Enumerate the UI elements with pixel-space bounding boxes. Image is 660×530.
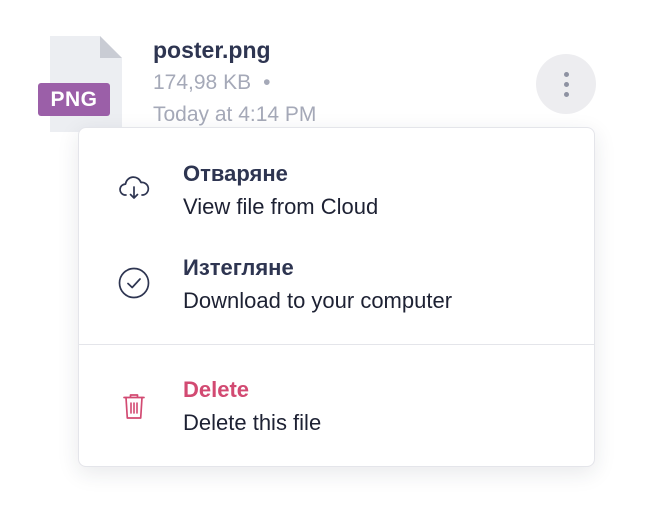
menu-item-delete-title: Delete xyxy=(183,377,250,402)
menu-item-open-subtitle: View file from Cloud xyxy=(183,194,379,219)
menu-divider xyxy=(79,344,594,345)
file-name: poster.png xyxy=(153,37,271,63)
file-row: PNG poster.png 174,98 KB • Today at 4:14 … xyxy=(0,0,660,530)
menu-item-open-title: Отваряне xyxy=(183,161,288,186)
more-options-button[interactable] xyxy=(536,54,596,114)
trash-icon xyxy=(123,394,145,419)
more-vertical-icon-dot xyxy=(563,81,569,87)
menu-item-download-title: Изтегляне xyxy=(183,255,294,280)
menu-item-delete-subtitle: Delete this file xyxy=(183,410,322,435)
file-modified-date: Today at 4:14 PM xyxy=(153,103,317,126)
menu-item-open[interactable]: Отваряне View file from Cloud xyxy=(79,161,594,231)
more-vertical-icon-dot xyxy=(563,71,569,77)
file-size-value: 174,98 KB xyxy=(153,71,252,94)
menu-item-download-subtitle: Download to your computer xyxy=(183,288,453,313)
file-context-menu: Отваряне View file from Cloud Изтегляне … xyxy=(78,127,595,467)
png-file-icon: PNG xyxy=(38,36,124,136)
menu-item-delete[interactable]: Delete Delete this file xyxy=(79,377,594,447)
more-vertical-icon-dot xyxy=(563,91,569,97)
menu-item-download[interactable]: Изтегляне Download to your computer xyxy=(79,255,594,325)
file-type-badge: PNG xyxy=(38,83,110,116)
meta-separator: • xyxy=(263,71,271,94)
file-size: 174,98 KB • xyxy=(153,71,270,95)
check-circle-icon xyxy=(118,267,150,299)
cloud-download-icon xyxy=(119,176,150,199)
